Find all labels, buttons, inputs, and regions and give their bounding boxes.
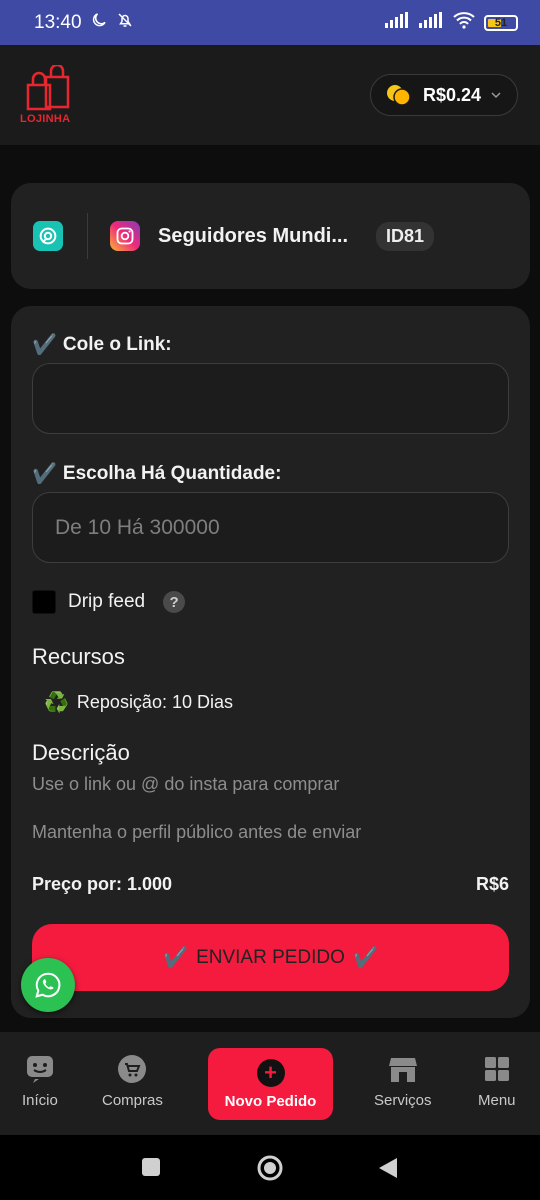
logo-text: LOJINHA bbox=[20, 113, 71, 125]
check-icon: ✔️ bbox=[32, 334, 57, 356]
price-label: Preço por: 1.000 bbox=[32, 874, 173, 894]
wifi-icon bbox=[452, 11, 476, 35]
help-icon[interactable]: ? bbox=[163, 591, 186, 613]
nav-item-services[interactable]: Serviços bbox=[374, 1054, 432, 1109]
balance-dropdown[interactable]: R$0.24 bbox=[369, 74, 518, 116]
signal-icon-2 bbox=[418, 11, 444, 34]
whatsapp-button[interactable] bbox=[21, 958, 75, 1012]
plus-circle-icon: + bbox=[256, 1058, 285, 1087]
service-id-badge: ID81 bbox=[376, 221, 435, 251]
home-icon bbox=[25, 1054, 55, 1084]
quantity-label-text: Escolha Há Quantidade: bbox=[62, 462, 282, 484]
instagram-icon bbox=[110, 221, 140, 251]
service-name: Seguidores Mundi... bbox=[158, 224, 349, 247]
description-line: Use o link ou @ do insta para comprar bbox=[32, 774, 340, 794]
submit-order-button[interactable]: ✔️ ENVIAR PEDIDO ✔️ bbox=[32, 924, 509, 991]
grid-icon bbox=[482, 1054, 512, 1084]
back-button[interactable] bbox=[378, 1157, 398, 1184]
quantity-input[interactable] bbox=[32, 492, 509, 563]
balance-amount: R$0.24 bbox=[422, 84, 481, 105]
nav-label: Início bbox=[22, 1092, 58, 1109]
signal-icon bbox=[384, 11, 410, 34]
status-time: 13:40 bbox=[34, 11, 82, 33]
home-button[interactable] bbox=[256, 1154, 284, 1187]
link-input[interactable] bbox=[32, 363, 509, 434]
submit-label: ENVIAR PEDIDO bbox=[196, 946, 345, 968]
moon-icon bbox=[90, 11, 108, 35]
recycle-icon: ♻️ bbox=[44, 692, 69, 714]
status-bar: 13:40 51 bbox=[0, 0, 540, 45]
battery-level: 51 bbox=[494, 16, 508, 29]
description-line: Mantenha o perfil público antes de envia… bbox=[32, 822, 362, 842]
lojinha-logo[interactable]: LOJINHA bbox=[20, 63, 78, 125]
nav-item-purchases[interactable]: Compras bbox=[102, 1054, 163, 1109]
shopping-bag-icon bbox=[26, 63, 70, 111]
nav-label: Compras bbox=[102, 1092, 163, 1109]
divider bbox=[87, 213, 88, 259]
system-nav-bar bbox=[0, 1135, 540, 1200]
check-icon: ✔️ bbox=[352, 947, 378, 969]
resources-title: Recursos bbox=[32, 644, 125, 669]
nav-item-new-order[interactable]: + Novo Pedido bbox=[208, 1048, 333, 1120]
check-icon: ✔️ bbox=[163, 947, 189, 969]
recents-button[interactable] bbox=[141, 1157, 161, 1182]
price-row: Preço por: 1.000 R$6 bbox=[32, 874, 509, 895]
resource-item: ♻️ Reposição: 10 Dias bbox=[44, 690, 233, 715]
app-header: LOJINHA R$0.24 bbox=[0, 45, 540, 145]
nav-item-menu[interactable]: Menu bbox=[478, 1054, 516, 1109]
drip-feed-label: Drip feed bbox=[68, 591, 146, 612]
drip-feed-row: Drip feed ? bbox=[32, 590, 186, 614]
quantity-label: ✔️ Escolha Há Quantidade: bbox=[32, 461, 281, 486]
link-label-text: Cole o Link: bbox=[62, 333, 172, 355]
nav-label: Menu bbox=[478, 1092, 516, 1109]
link-label: ✔️ Cole o Link: bbox=[32, 332, 172, 357]
battery-icon: 51 bbox=[484, 14, 518, 31]
nav-label: Serviços bbox=[374, 1092, 432, 1109]
check-icon: ✔️ bbox=[32, 463, 57, 485]
drip-feed-checkbox[interactable] bbox=[32, 590, 56, 614]
service-provider-icon bbox=[33, 221, 63, 251]
whatsapp-icon bbox=[35, 972, 61, 998]
store-icon bbox=[388, 1054, 418, 1084]
service-card[interactable]: Seguidores Mundi... ID81 bbox=[11, 183, 530, 289]
nav-label: Novo Pedido bbox=[224, 1092, 317, 1110]
bottom-nav: Início Compras + Novo Pedido Serviços Me… bbox=[0, 1032, 540, 1135]
coins-icon bbox=[385, 83, 413, 107]
chevron-down-icon bbox=[491, 88, 501, 102]
nav-item-home[interactable]: Início bbox=[22, 1054, 58, 1109]
bell-off-icon bbox=[116, 11, 134, 35]
resource-item-text: Reposição: 10 Dias bbox=[76, 692, 233, 712]
description-title: Descrição bbox=[32, 740, 130, 765]
cart-icon bbox=[117, 1054, 147, 1084]
price-value: R$6 bbox=[475, 874, 509, 894]
order-form-card: ✔️ Cole o Link: ✔️ Escolha Há Quantidade… bbox=[11, 306, 530, 1018]
